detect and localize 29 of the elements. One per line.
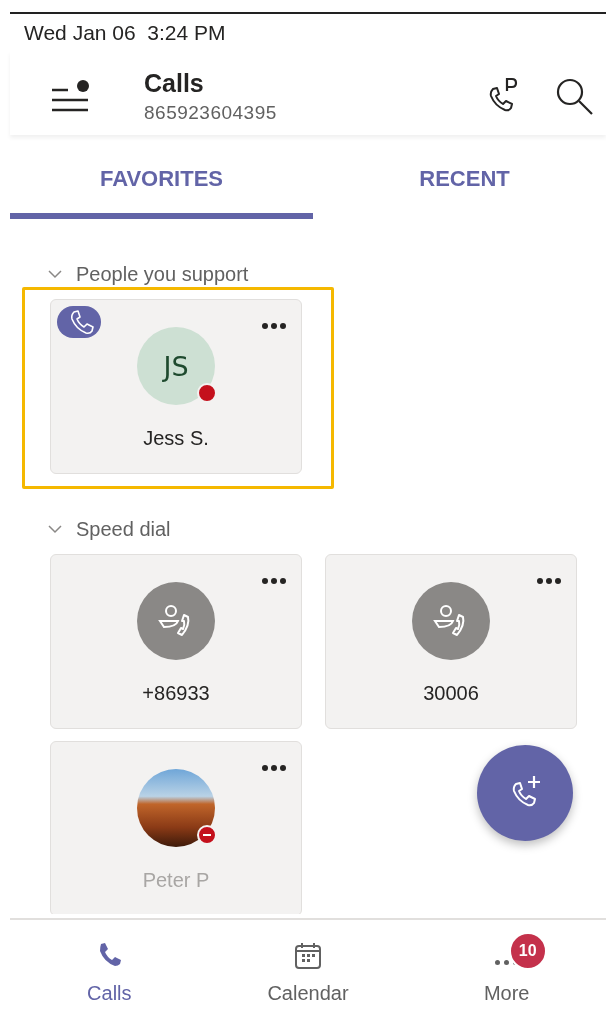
- calendar-icon: [292, 940, 324, 972]
- section-title: People you support: [76, 262, 249, 286]
- more-options-icon[interactable]: [261, 764, 287, 772]
- menu-icon[interactable]: [50, 78, 90, 114]
- new-call-button[interactable]: [477, 745, 573, 841]
- section-title: Speed dial: [76, 517, 171, 541]
- contact-name: Jess S.: [143, 427, 209, 450]
- contact-name: 30006: [423, 682, 479, 705]
- more-options-icon[interactable]: [261, 577, 287, 585]
- chevron-icon[interactable]: [48, 269, 62, 279]
- chevron-icon[interactable]: [48, 524, 62, 534]
- contact-card[interactable]: JS Jess S.: [50, 299, 302, 474]
- contact-name: +86933: [142, 682, 210, 705]
- more-options-icon[interactable]: [261, 322, 287, 330]
- nav-item[interactable]: More 10: [407, 920, 606, 1020]
- tab[interactable]: RECENT: [313, 145, 606, 219]
- phone-number: 865923604395: [144, 101, 277, 124]
- tab[interactable]: FAVORITES: [10, 145, 313, 219]
- nav-item[interactable]: Calls: [10, 920, 209, 1020]
- contact-name: Peter P: [142, 869, 210, 892]
- contact-card[interactable]: 30006: [325, 554, 577, 729]
- nav-item[interactable]: Calendar: [208, 920, 408, 1020]
- search-icon[interactable]: [554, 76, 594, 116]
- notification-badge: 10: [508, 932, 547, 970]
- more-options-icon[interactable]: [536, 577, 562, 585]
- status-datetime: Wed Jan 06 3:24 PM: [24, 21, 226, 44]
- avatar-initials: JS: [137, 327, 215, 405]
- contact-card[interactable]: +86933: [50, 554, 302, 729]
- page-title: Calls: [144, 68, 204, 98]
